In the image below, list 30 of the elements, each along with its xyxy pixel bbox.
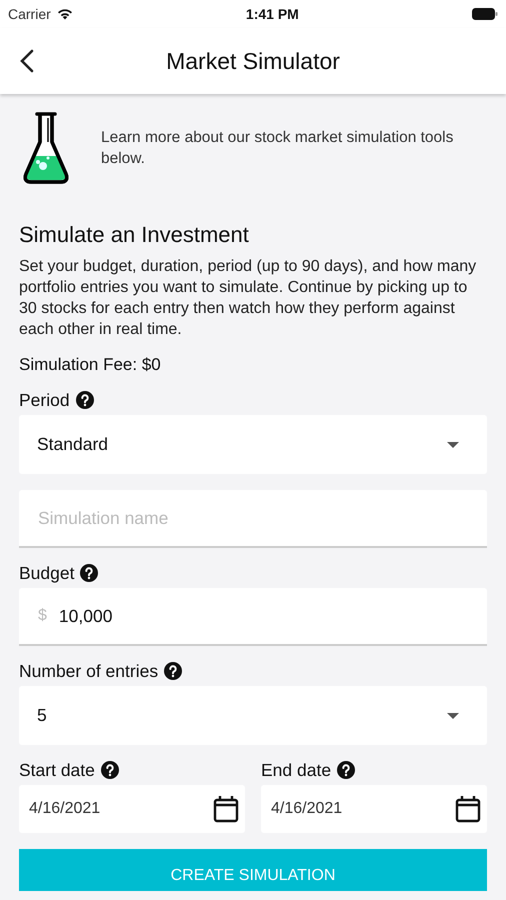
help-icon[interactable] (80, 564, 98, 582)
field-label: Number of entries (19, 660, 158, 682)
dropdown-arrow-icon (447, 442, 459, 448)
help-icon[interactable] (337, 761, 356, 779)
fee-label: Simulation Fee: $0 (19, 355, 162, 375)
date-field[interactable]: 4/16/2021 (261, 785, 487, 833)
date-field[interactable]: 4/16/2021 (19, 785, 245, 833)
section-heading: Simulate an Investment (19, 222, 250, 248)
dropdown-field[interactable]: Standard (19, 415, 487, 474)
wifi-icon (56, 8, 73, 20)
field-label: End date (261, 760, 332, 780)
carrier-label: Carrier (8, 6, 51, 22)
field-label: Budget (19, 562, 74, 584)
flask-icon (21, 110, 71, 186)
help-icon[interactable] (76, 391, 94, 409)
calendar-icon[interactable] (455, 795, 481, 823)
dropdown-field[interactable]: 5 (19, 686, 487, 745)
budget-input[interactable]: $ 10,000 (19, 588, 487, 646)
status-time: 1:41 PM (246, 6, 299, 22)
dropdown-arrow-icon (447, 712, 459, 718)
intro-text: Learn more about our stock market simulation tools below. (101, 128, 454, 169)
back-icon[interactable] (20, 49, 34, 73)
help-icon[interactable] (164, 662, 182, 680)
battery-icon (472, 8, 498, 20)
field-label: Start date (19, 760, 95, 780)
help-icon[interactable] (100, 761, 119, 779)
calendar-icon[interactable] (213, 795, 239, 823)
screen-title: Market Simulator (166, 48, 340, 74)
section-description: Set your budget, duration, period (up to 90 days), and how many portfolio entries you want to simulate. Continue by picking up to 30 stocks for each entry then watch how they perform against each other in real time. (19, 257, 478, 340)
field-label: Period (19, 390, 70, 410)
